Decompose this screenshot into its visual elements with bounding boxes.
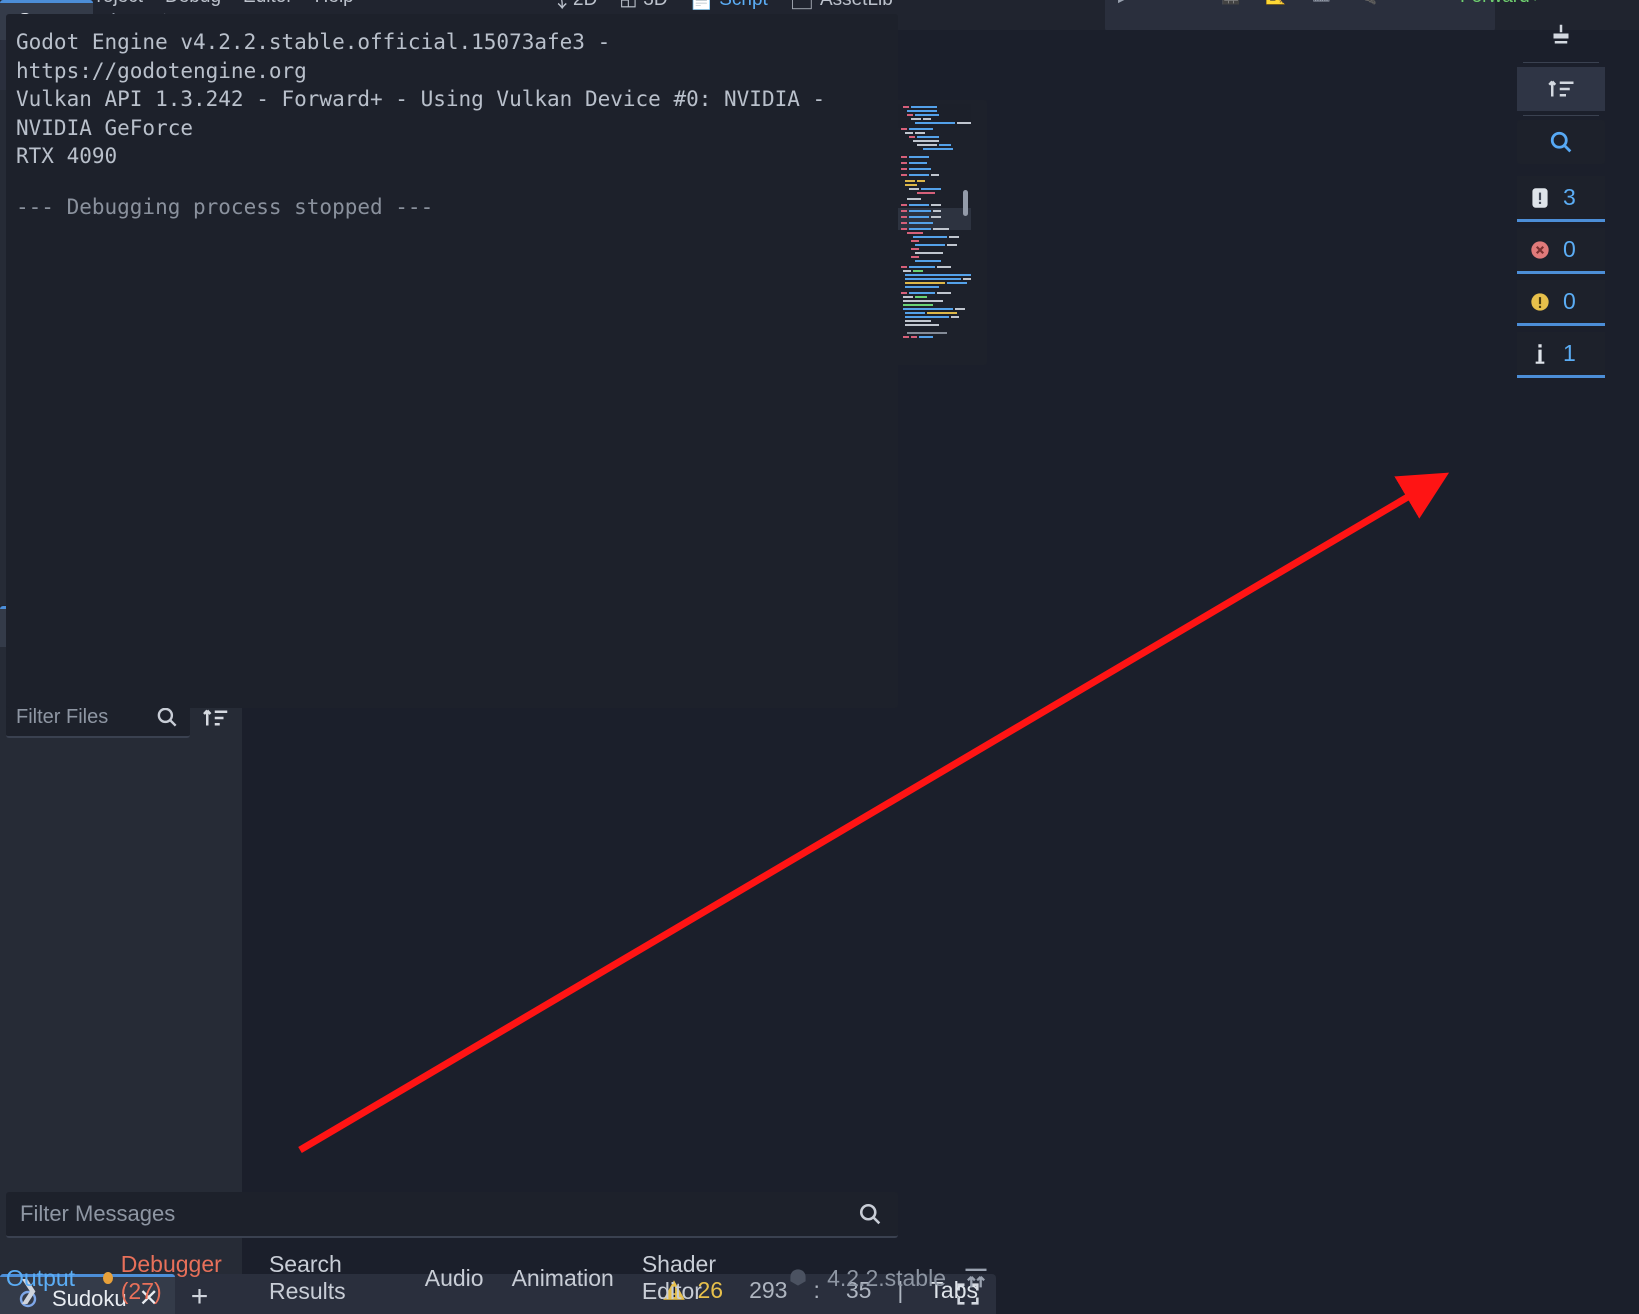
engine-version: 4.2.2.stable (827, 1264, 946, 1291)
view-tab-assetlib[interactable]: 🗂 AssetLib (790, 0, 893, 12)
search-icon[interactable] (1517, 120, 1605, 164)
log-icon (1527, 185, 1553, 211)
counter-value: 0 (1563, 288, 1576, 314)
pause-icon[interactable]: ⏸ (1155, 0, 1164, 6)
assetlib-icon: 🗂 (789, 0, 814, 11)
godot-logo-icon (785, 1265, 811, 1291)
output-counter-warning[interactable]: 0 (1517, 280, 1605, 326)
counter-value: 0 (1563, 236, 1576, 262)
expand-bottom-panel-icon[interactable] (962, 1264, 990, 1292)
toolbar-divider (1523, 62, 1599, 63)
counter-value: 1 (1563, 340, 1576, 366)
menu-editor[interactable]: Editor (243, 0, 293, 8)
counter-value: 3 (1563, 184, 1576, 210)
renderer-selector[interactable]: Forward+ (1460, 0, 1541, 8)
movie-maker-icon[interactable]: 🎞 (1310, 0, 1332, 6)
play-scene-icon[interactable]: 🎬 (1220, 0, 1241, 6)
play-icon[interactable]: ▶ (1118, 0, 1131, 6)
stop-icon[interactable]: ⏹ (1188, 0, 1197, 6)
toolbar-divider (1523, 115, 1599, 116)
output-blank-line (16, 171, 888, 193)
main-view-switcher: ⤵ 2D ◱ 3D 📄 Script 🗂 AssetLib (548, 0, 893, 13)
output-counter-error[interactable]: 0 (1517, 228, 1605, 274)
output-line: RTX 4090 (16, 144, 118, 169)
info-icon (1527, 341, 1553, 367)
view-tab-3d[interactable]: ◱ 3D (619, 0, 667, 11)
3d-icon: ◱ (619, 0, 637, 11)
output-counter-info[interactable]: 1 (1517, 332, 1605, 378)
play-custom-icon[interactable]: 📐 (1265, 0, 1286, 6)
error-icon (1527, 237, 1553, 263)
output-line: Vulkan API 1.3.242 - Forward+ - Using Vu… (16, 87, 826, 140)
bottom-panel-tabs: Output Debugger (27) Search Results Audi… (6, 1251, 990, 1305)
filter-messages-input[interactable]: Filter Messages (6, 1192, 898, 1238)
view-tab-2d[interactable]: ⤵ 2D (548, 0, 597, 13)
bottom-tab-debugger[interactable]: Debugger (27) (103, 1251, 241, 1305)
run-toolbar: ▶ ⏸ ⏹ 🎬 📐 🎞 🔌 (1118, 0, 1377, 6)
bottom-tab-output[interactable]: Output (6, 1265, 75, 1292)
output-line: --- Debugging process stopped --- (16, 194, 434, 219)
menu-help[interactable]: Help (315, 0, 354, 8)
godot-editor-window: Scene Project Debug Editor Help ⤵ 2D ◱ 3… (0, 0, 1639, 1314)
bottom-tab-search-results[interactable]: Search Results (269, 1251, 397, 1305)
debugger-status-dot (103, 1272, 113, 1284)
bottom-tab-shader-editor[interactable]: Shader Editor (642, 1251, 757, 1305)
bottom-tab-audio[interactable]: Audio (425, 1265, 484, 1292)
warning-icon (1527, 289, 1553, 315)
2d-icon: ⤵ (548, 0, 568, 12)
clear-output-icon[interactable] (1517, 14, 1605, 58)
collapse-icon[interactable] (1517, 67, 1605, 111)
view-tab-script[interactable]: 📄 Script (690, 0, 768, 12)
filter-messages-placeholder: Filter Messages (20, 1201, 176, 1226)
script-icon: 📄 (689, 0, 714, 11)
output-counter-log[interactable]: 3 (1517, 176, 1605, 222)
output-log[interactable]: Godot Engine v4.2.2.stable.official.1507… (6, 14, 898, 708)
bottom-tab-animation[interactable]: Animation (512, 1265, 614, 1292)
search-icon[interactable] (856, 1200, 884, 1228)
output-toolbar: 3 0 0 1 (1517, 14, 1605, 384)
output-line: Godot Engine v4.2.2.stable.official.1507… (16, 30, 611, 83)
remote-debug-icon[interactable]: 🔌 (1356, 0, 1377, 6)
filter-files-placeholder: Filter Files (16, 705, 109, 728)
bottom-tab-debugger-label: Debugger (27) (120, 1251, 222, 1304)
